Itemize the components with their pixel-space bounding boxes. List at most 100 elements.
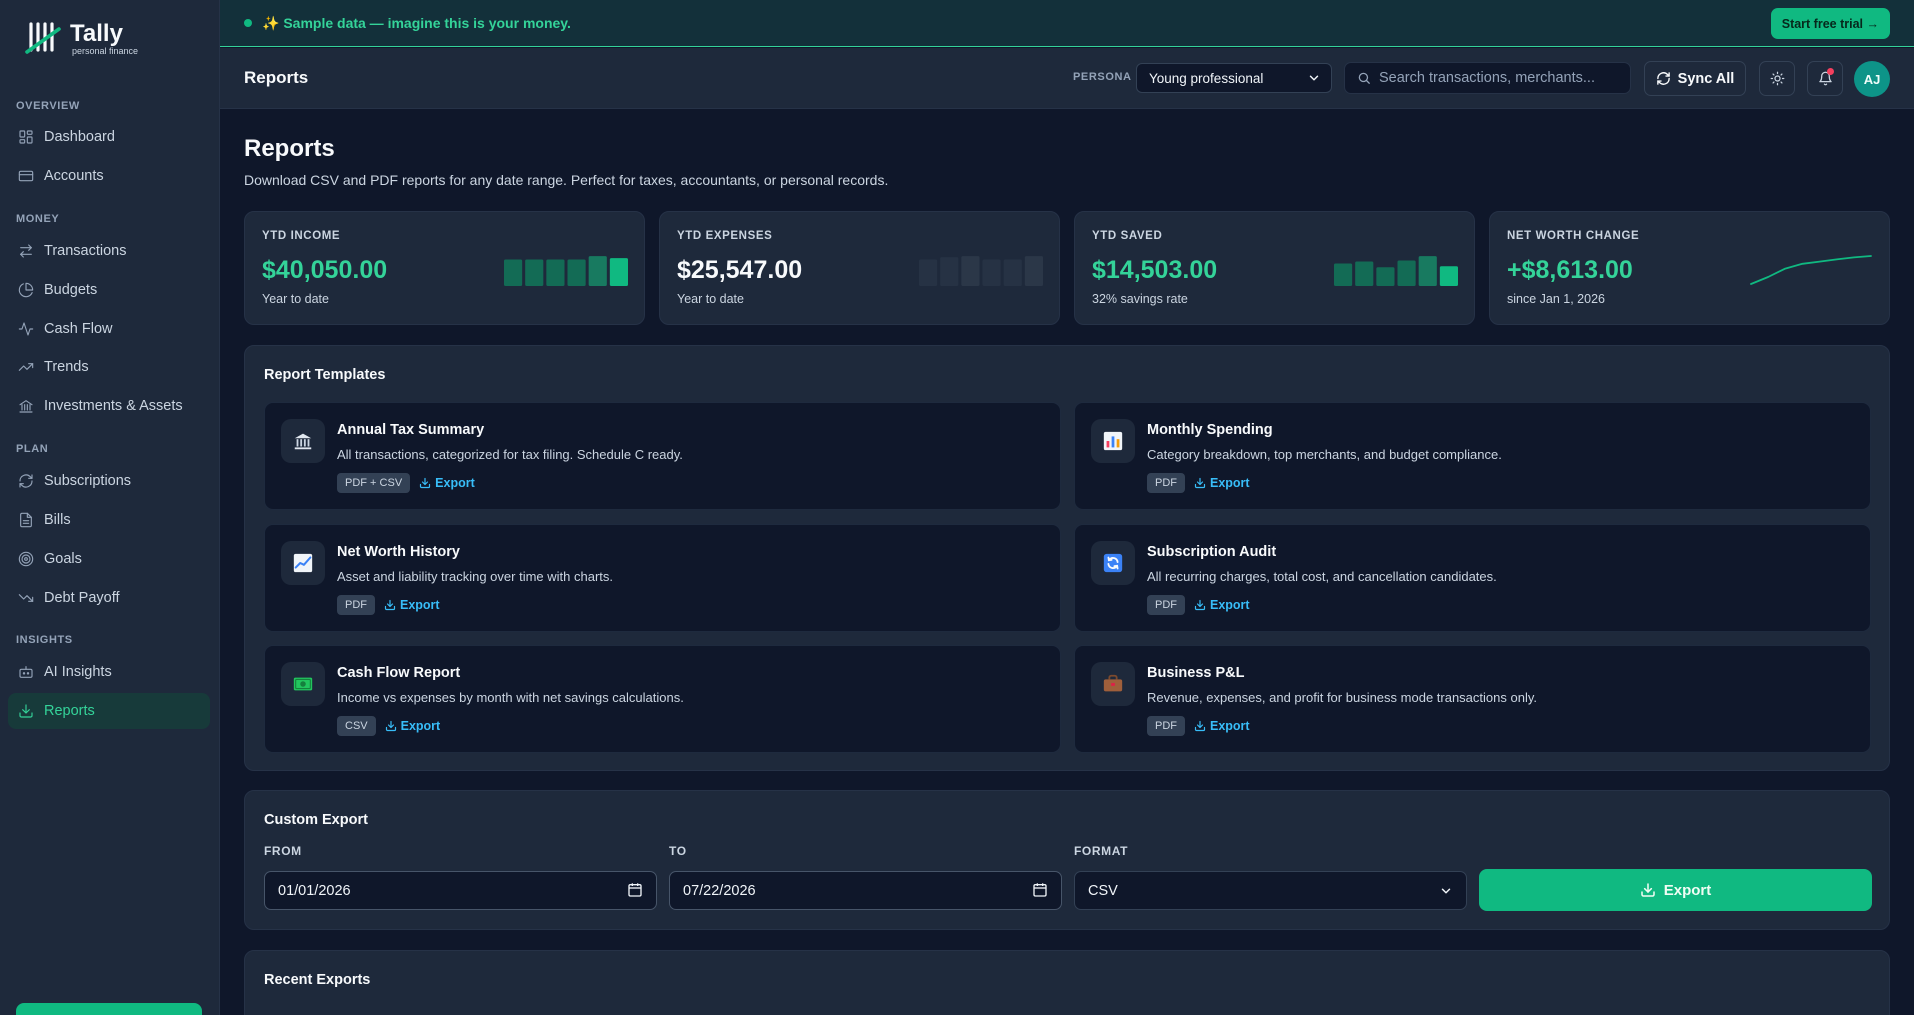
sample-data-banner: ✨ Sample data — imagine this is your mon… bbox=[220, 0, 1914, 47]
stat-label: YTD EXPENSES bbox=[677, 230, 773, 242]
sidebar-item-label: Trends bbox=[44, 359, 89, 375]
sidebar-item-label: Budgets bbox=[44, 282, 98, 298]
stat-card-ytd-expenses: YTD EXPENSES $25,547.00 Year to date bbox=[659, 211, 1060, 325]
spark-bar bbox=[1024, 256, 1043, 286]
export-label: Export bbox=[400, 598, 440, 612]
sparkline bbox=[1334, 256, 1458, 286]
arrows-swap-icon bbox=[20, 244, 32, 258]
spark-bar bbox=[1355, 261, 1374, 286]
sidebar-item-investments[interactable]: Investments & Assets bbox=[8, 388, 210, 424]
persona-select[interactable]: Young professional bbox=[1136, 63, 1332, 93]
sidebar-item-subscriptions[interactable]: Subscriptions bbox=[8, 463, 210, 499]
calendar-icon[interactable] bbox=[1032, 882, 1048, 898]
custom-export-button[interactable]: Export bbox=[1479, 869, 1872, 911]
sidebar-item-dashboard[interactable]: Dashboard bbox=[8, 119, 210, 155]
robot-icon bbox=[19, 666, 33, 678]
sidebar-item-label: Debt Payoff bbox=[44, 590, 120, 606]
spark-bar bbox=[919, 259, 938, 286]
search-placeholder: Search transactions, merchants... bbox=[1379, 70, 1595, 86]
line-chart-icon bbox=[293, 553, 313, 573]
download-icon bbox=[1194, 477, 1206, 489]
brand-name: Tally bbox=[70, 20, 123, 47]
sidebar-bottom-button[interactable] bbox=[16, 1003, 202, 1015]
export-label: Export bbox=[1210, 719, 1250, 733]
sidebar-item-trends[interactable]: Trends bbox=[8, 349, 210, 385]
template-name: Cash Flow Report bbox=[337, 665, 461, 681]
stat-label: YTD INCOME bbox=[262, 230, 341, 242]
sync-all-button[interactable]: Sync All bbox=[1644, 61, 1746, 96]
template-description: Revenue, expenses, and profit for busine… bbox=[1147, 690, 1537, 705]
nav-section-plan: PLAN bbox=[16, 443, 49, 455]
page-subtitle: Download CSV and PDF reports for any dat… bbox=[244, 172, 889, 188]
stat-label: NET WORTH CHANGE bbox=[1507, 230, 1640, 242]
stat-card-net-worth-change: NET WORTH CHANGE +$8,613.00 since Jan 1,… bbox=[1489, 211, 1890, 325]
nav-section-overview: OVERVIEW bbox=[16, 100, 80, 112]
trending-down-icon bbox=[18, 594, 34, 602]
chevron-down-icon bbox=[1309, 75, 1319, 81]
refresh-icon bbox=[19, 474, 33, 488]
sidebar-item-reports[interactable]: Reports bbox=[8, 693, 210, 729]
template-description: Asset and liability tracking over time w… bbox=[337, 569, 613, 584]
stat-value: $14,503.00 bbox=[1092, 256, 1218, 284]
export-link[interactable]: Export bbox=[1194, 598, 1250, 612]
format-badge: PDF + CSV bbox=[337, 473, 411, 493]
sparkline bbox=[1750, 255, 1872, 285]
sidebar-item-cash-flow[interactable]: Cash Flow bbox=[8, 311, 210, 347]
stat-note: since Jan 1, 2026 bbox=[1507, 292, 1605, 306]
template-description: All transactions, categorized for tax fi… bbox=[337, 447, 683, 462]
spark-bar bbox=[504, 259, 523, 286]
target-icon bbox=[18, 551, 34, 567]
from-label: FROM bbox=[264, 844, 302, 858]
custom-export-panel: Custom Export FROM 01/01/2026 TO 07/22/2… bbox=[244, 790, 1890, 930]
stat-note: Year to date bbox=[677, 292, 744, 306]
export-link[interactable]: Export bbox=[1194, 476, 1250, 490]
spark-bar bbox=[961, 256, 980, 286]
sparkline bbox=[504, 256, 628, 286]
template-name: Business P&L bbox=[1147, 665, 1245, 681]
notifications-button[interactable] bbox=[1807, 61, 1843, 96]
from-date-input[interactable]: 01/01/2026 bbox=[264, 871, 657, 910]
sidebar-item-debt-payoff[interactable]: Debt Payoff bbox=[8, 580, 210, 616]
sidebar-item-budgets[interactable]: Budgets bbox=[8, 272, 210, 308]
download-icon bbox=[384, 599, 396, 611]
format-select[interactable]: CSV bbox=[1074, 871, 1467, 910]
calendar-icon[interactable] bbox=[627, 882, 643, 898]
template-icon bbox=[281, 541, 325, 585]
dashboard-icon bbox=[19, 130, 33, 144]
brand-logo[interactable]: Tally personal finance bbox=[24, 20, 138, 58]
sidebar-item-bills[interactable]: Bills bbox=[8, 502, 210, 538]
search-input[interactable]: Search transactions, merchants... bbox=[1344, 62, 1631, 94]
sidebar: Tally personal finance OVERVIEW Dashboar… bbox=[0, 0, 220, 1015]
spark-bar bbox=[1439, 266, 1458, 286]
download-icon bbox=[1194, 599, 1206, 611]
top-header: Reports PERSONA Young professional Searc… bbox=[220, 48, 1914, 109]
export-link[interactable]: Export bbox=[384, 598, 440, 612]
export-link[interactable]: Export bbox=[1194, 719, 1250, 733]
theme-toggle-button[interactable] bbox=[1759, 61, 1795, 96]
status-dot bbox=[244, 19, 252, 27]
sidebar-item-transactions[interactable]: Transactions bbox=[8, 233, 210, 269]
template-monthly-spending: Monthly Spending Category breakdown, top… bbox=[1074, 402, 1871, 510]
sidebar-item-accounts[interactable]: Accounts bbox=[8, 158, 210, 194]
sidebar-item-label: Reports bbox=[44, 703, 95, 719]
sidebar-item-ai-insights[interactable]: AI Insights bbox=[8, 654, 210, 690]
refresh-icon bbox=[1656, 72, 1670, 85]
export-link[interactable]: Export bbox=[419, 476, 475, 490]
sidebar-item-goals[interactable]: Goals bbox=[8, 541, 210, 577]
spark-bar bbox=[588, 256, 607, 286]
format-label: FORMAT bbox=[1074, 844, 1129, 858]
sidebar-item-label: Goals bbox=[44, 551, 82, 567]
export-link[interactable]: Export bbox=[385, 719, 440, 733]
template-icon bbox=[281, 662, 325, 706]
download-icon bbox=[1640, 883, 1655, 897]
persona-label: PERSONA bbox=[1073, 71, 1132, 83]
spark-bar bbox=[1334, 263, 1353, 286]
sidebar-item-label: Transactions bbox=[44, 243, 127, 259]
avatar[interactable]: AJ bbox=[1854, 61, 1890, 97]
template-description: Income vs expenses by month with net sav… bbox=[337, 690, 684, 705]
to-date-input[interactable]: 07/22/2026 bbox=[669, 871, 1062, 910]
template-description: Category breakdown, top merchants, and b… bbox=[1147, 447, 1502, 462]
spark-bar bbox=[940, 257, 959, 286]
start-free-trial-button[interactable]: Start free trial → bbox=[1770, 8, 1890, 39]
banner-text: ✨ Sample data — imagine this is your mon… bbox=[262, 14, 571, 31]
